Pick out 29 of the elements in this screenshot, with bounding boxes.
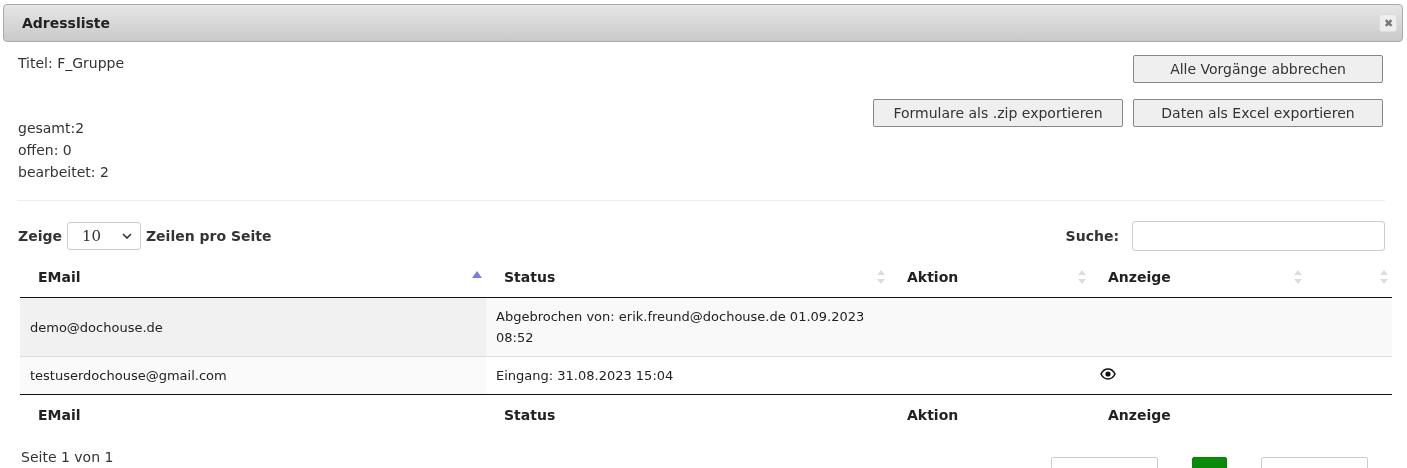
form-title: Titel: F_Gruppe — [18, 54, 125, 73]
column-header[interactable]: EMail — [20, 257, 486, 298]
export-button[interactable]: Daten als Excel exportieren — [1133, 99, 1383, 127]
column-footer: Aktion — [889, 394, 1090, 435]
table-cell: Eingang: 31.08.2023 15:04 — [486, 356, 889, 395]
table-cell: Abgebrochen von: erik.freund@dochouse.de 01.09.2023 08:52 — [486, 297, 889, 357]
table-cell: demo@dochouse.de — [20, 297, 486, 357]
eye-icon[interactable] — [1100, 368, 1116, 380]
page-info: Seite 1 von 1 — [21, 449, 114, 465]
chevron-icon — [121, 233, 132, 239]
rows-per-page-select[interactable]: 10 — [66, 222, 141, 250]
table-cell: testuserdochouse@gmail.com — [20, 356, 486, 395]
length-label: Zeige — [18, 228, 62, 244]
column-footer: Anzeige — [1090, 394, 1306, 435]
column-header[interactable]: Status — [486, 257, 889, 298]
search-label: Suche: — [1065, 228, 1119, 244]
column-header[interactable]: Anzeige — [1090, 257, 1306, 298]
stat-text: bearbeitet: 2 — [18, 163, 110, 182]
column-header[interactable]: Aktion — [889, 257, 1090, 298]
window-title: Adressliste — [22, 15, 111, 31]
stat-text: offen: 0 — [18, 141, 73, 160]
export-button[interactable]: Formulare als .zip exportieren — [873, 99, 1123, 127]
column-footer: EMail — [20, 394, 486, 435]
close-button[interactable]: ✖ — [1379, 14, 1397, 32]
cancel-all-button[interactable]: Alle Vorgänge abbrechen — [1133, 55, 1383, 83]
stat-text: gesamt:2 — [18, 119, 86, 138]
search-field[interactable] — [1132, 221, 1385, 251]
length-label: Zeilen pro Seite — [145, 228, 272, 244]
column-footer: Status — [486, 394, 889, 435]
